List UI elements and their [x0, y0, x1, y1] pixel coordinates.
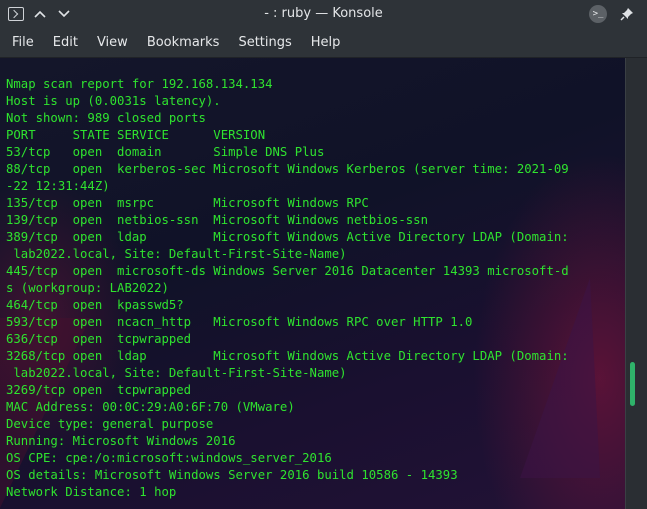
terminal-line: Network Distance: 1 hop: [6, 485, 177, 499]
title-bar: - : ruby — Konsole >_: [0, 0, 647, 27]
terminal-line: OS CPE: cpe:/o:microsoft:windows_server_…: [6, 451, 332, 465]
terminal-output: Nmap scan report for 192.168.134.134 Host…: [6, 76, 569, 501]
terminal-line: 53/tcp open domain Simple DNS Plus: [6, 145, 325, 159]
terminal-line: 139/tcp open netbios-ssn Microsoft Windo…: [6, 213, 428, 227]
terminal-line: Nmap scan report for 192.168.134.134: [6, 77, 273, 91]
terminal-badge-icon[interactable]: >_: [589, 4, 607, 23]
terminal-line: MAC Address: 00:0C:29:A0:6F:70 (VMware): [6, 400, 295, 414]
terminal-line: -22 12:31:44Z): [6, 179, 110, 193]
terminal-line: s (workgroup: LAB2022): [6, 281, 169, 295]
menu-bar: File Edit View Bookmarks Settings Help: [0, 27, 647, 58]
menu-view[interactable]: View: [90, 35, 135, 50]
title-bar-left-controls: [6, 0, 74, 27]
menu-bookmarks[interactable]: Bookmarks: [140, 35, 227, 50]
chevron-down-icon[interactable]: [54, 4, 74, 24]
terminal-line: 3268/tcp open ldap Microsoft Windows Act…: [6, 349, 569, 363]
vertical-scrollbar[interactable]: [625, 58, 647, 509]
menu-help[interactable]: Help: [304, 35, 348, 50]
menu-file[interactable]: File: [5, 35, 41, 50]
terminal-line: PORT STATE SERVICE VERSION: [6, 128, 266, 142]
terminal-line: 464/tcp open kpasswd5?: [6, 298, 184, 312]
terminal-line: 445/tcp open microsoft-ds Windows Server…: [6, 264, 569, 278]
menu-settings[interactable]: Settings: [231, 35, 298, 50]
terminal-line: 636/tcp open tcpwrapped: [6, 332, 192, 346]
title-bar-right-controls: >_: [589, 0, 637, 27]
terminal-line: Host is up (0.0031s latency).: [6, 94, 221, 108]
terminal-area[interactable]: Nmap scan report for 192.168.134.134 Host…: [0, 58, 625, 509]
scrollbar-thumb[interactable]: [630, 362, 635, 406]
terminal-line: lab2022.local, Site: Default-First-Site-…: [6, 247, 347, 261]
terminal-line: OS details: Microsoft Windows Server 201…: [6, 468, 458, 482]
terminal-line: 88/tcp open kerberos-sec Microsoft Windo…: [6, 162, 569, 176]
terminal-line: Not shown: 989 closed ports: [6, 111, 206, 125]
terminal-line: 593/tcp open ncacn_http Microsoft Window…: [6, 315, 473, 329]
pin-icon[interactable]: [617, 4, 637, 24]
terminal-line: Device type: general purpose: [6, 417, 214, 431]
chevron-up-icon[interactable]: [30, 4, 50, 24]
terminal-line: 389/tcp open ldap Microsoft Windows Acti…: [6, 230, 569, 244]
terminal-line: Running: Microsoft Windows 2016: [6, 434, 236, 448]
terminal-line: 3269/tcp open tcpwrapped: [6, 383, 192, 397]
menu-edit[interactable]: Edit: [46, 35, 85, 50]
terminal-line: 135/tcp open msrpc Microsoft Windows RPC: [6, 196, 369, 210]
terminal-icon: [6, 4, 26, 24]
terminal-line: lab2022.local, Site: Default-First-Site-…: [6, 366, 347, 380]
window-title: - : ruby — Konsole: [264, 6, 383, 21]
